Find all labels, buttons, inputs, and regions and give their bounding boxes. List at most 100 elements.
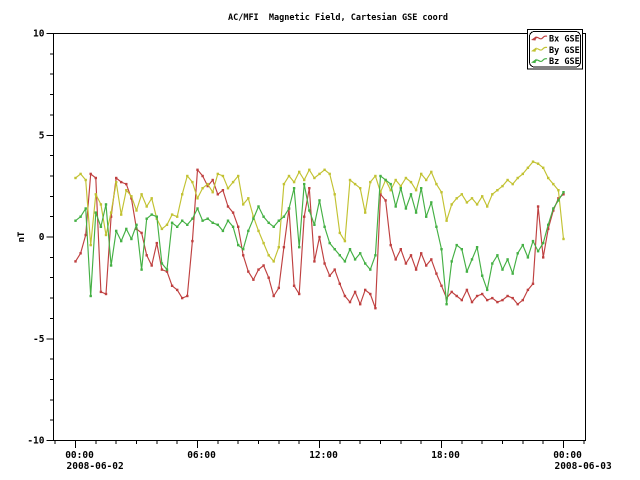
data-point-marker: [410, 181, 412, 183]
data-point-marker: [517, 177, 519, 179]
data-point-marker: [262, 216, 264, 218]
data-point-marker: [120, 181, 122, 183]
data-point-marker: [451, 203, 453, 205]
data-point-marker: [95, 211, 97, 213]
y-tick-label: -5: [33, 334, 45, 345]
x-date-label: 2008-06-02: [67, 461, 124, 472]
data-point-marker: [100, 291, 102, 293]
data-point-marker: [512, 183, 514, 185]
data-point-marker: [471, 258, 473, 260]
data-point-marker: [410, 193, 412, 195]
data-point-marker: [151, 197, 153, 199]
data-point-marker: [278, 287, 280, 289]
data-point-marker: [125, 189, 127, 191]
x-tick-label: 12:00: [309, 450, 338, 461]
data-point-marker: [181, 193, 183, 195]
data-point-marker: [547, 177, 549, 179]
data-point-marker: [227, 187, 229, 189]
x-tick-label: 00:00: [65, 450, 94, 461]
data-point-marker: [354, 183, 356, 185]
data-point-marker: [390, 183, 392, 185]
data-point-marker: [171, 285, 173, 287]
data-point-marker: [186, 295, 188, 297]
data-point-marker: [496, 189, 498, 191]
data-point-marker: [273, 295, 275, 297]
data-point-marker: [532, 283, 534, 285]
data-point-marker: [293, 187, 295, 189]
data-point-marker: [237, 226, 239, 228]
data-point-marker: [349, 179, 351, 181]
data-point-marker: [222, 189, 224, 191]
data-point-marker: [537, 163, 539, 165]
data-point-marker: [100, 226, 102, 228]
data-point-marker: [430, 201, 432, 203]
data-point-marker: [268, 254, 270, 256]
data-point-marker: [120, 240, 122, 242]
data-point-marker: [461, 299, 463, 301]
data-point-marker: [176, 289, 178, 291]
data-point-marker: [522, 299, 524, 301]
data-point-marker: [369, 181, 371, 183]
data-point-marker: [232, 181, 234, 183]
data-point-marker: [308, 187, 310, 189]
data-point-marker: [212, 179, 214, 181]
data-point-marker: [283, 216, 285, 218]
data-point-marker: [140, 193, 142, 195]
data-point-marker: [293, 285, 295, 287]
data-point-marker: [537, 250, 539, 252]
data-point-marker: [166, 224, 168, 226]
data-point-marker: [420, 187, 422, 189]
legend-label: Bx GSE: [549, 35, 580, 45]
data-point-marker: [278, 220, 280, 222]
data-point-marker: [430, 258, 432, 260]
x-date-label: 2008-06-03: [554, 461, 611, 472]
data-point-marker: [308, 169, 310, 171]
data-point-marker: [74, 260, 76, 262]
data-point-marker: [547, 224, 549, 226]
data-point-marker: [110, 264, 112, 266]
data-point-marker: [217, 224, 219, 226]
chart-canvas: AC/MFI Magnetic Field, Cartesian GSE coo…: [0, 0, 640, 480]
data-point-marker: [384, 199, 386, 201]
data-point-marker: [501, 299, 503, 301]
data-point-marker: [298, 171, 300, 173]
data-point-marker: [440, 285, 442, 287]
x-tick-label: 00:00: [553, 450, 582, 461]
data-point-marker: [496, 301, 498, 303]
data-point-marker: [283, 183, 285, 185]
data-point-marker: [278, 246, 280, 248]
data-point-marker: [201, 175, 203, 177]
data-point-marker: [364, 262, 366, 264]
data-point-marker: [79, 173, 81, 175]
data-point-marker: [435, 226, 437, 228]
data-point-marker: [196, 207, 198, 209]
data-point-marker: [522, 244, 524, 246]
data-point-marker: [181, 220, 183, 222]
data-point-marker: [395, 258, 397, 260]
data-point-marker: [557, 189, 559, 191]
data-point-marker: [217, 173, 219, 175]
data-point-marker: [146, 205, 148, 207]
data-point-marker: [176, 216, 178, 218]
data-point-marker: [471, 301, 473, 303]
data-point-marker: [323, 226, 325, 228]
data-point-marker: [237, 175, 239, 177]
data-point-marker: [384, 179, 386, 181]
series-line: [76, 162, 564, 262]
data-point-marker: [339, 283, 341, 285]
data-point-marker: [445, 220, 447, 222]
data-point-marker: [237, 244, 239, 246]
data-point-marker: [466, 289, 468, 291]
chart-title: AC/MFI Magnetic Field, Cartesian GSE coo…: [228, 12, 448, 23]
data-point-marker: [105, 293, 107, 295]
data-point-marker: [247, 197, 249, 199]
data-point-marker: [344, 240, 346, 242]
data-point-marker: [262, 264, 264, 266]
data-point-marker: [451, 260, 453, 262]
data-point-marker: [415, 268, 417, 270]
data-point-marker: [456, 197, 458, 199]
data-point-marker: [476, 203, 478, 205]
data-point-marker: [476, 295, 478, 297]
data-point-marker: [268, 222, 270, 224]
data-point-marker: [491, 193, 493, 195]
